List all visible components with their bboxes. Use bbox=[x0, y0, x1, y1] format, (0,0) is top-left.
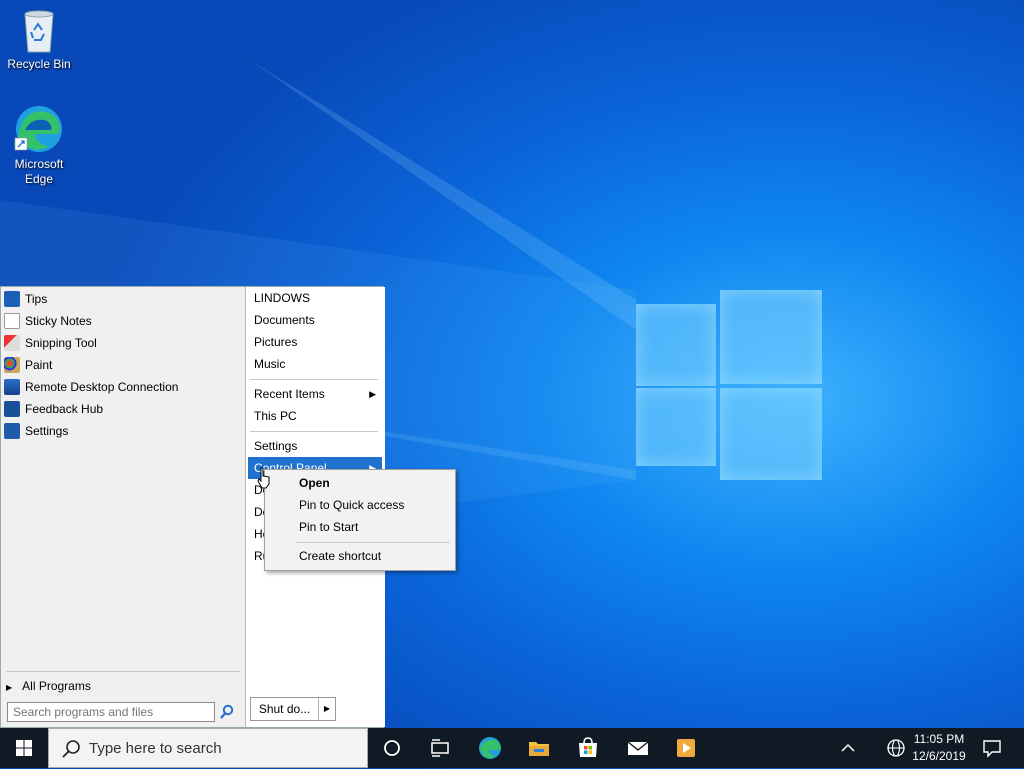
recycle-bin-icon bbox=[24, 10, 54, 53]
task-view-icon[interactable] bbox=[428, 736, 452, 760]
start-button[interactable] bbox=[0, 728, 48, 768]
context-create-shortcut[interactable]: Create shortcut bbox=[266, 545, 454, 567]
taskbar: Type here to search 11:05 PM 12/6/2019 bbox=[0, 728, 1024, 768]
clock-date: 12/6/2019 bbox=[912, 749, 966, 763]
program-remote-desktop[interactable]: Remote Desktop Connection bbox=[4, 375, 178, 397]
start-search-input[interactable] bbox=[7, 702, 215, 722]
start-menu-programs: Tips Sticky Notes Snipping Tool Paint Re… bbox=[1, 287, 244, 727]
windows-logo-wallpaper bbox=[636, 290, 822, 480]
context-open[interactable]: Open bbox=[266, 472, 454, 494]
program-snipping-tool[interactable]: Snipping Tool bbox=[4, 331, 97, 353]
context-pin-to-start[interactable]: Pin to Start bbox=[266, 516, 454, 538]
recycle-bin-label: Recycle Bin bbox=[7, 57, 71, 71]
microsoft-edge-desktop-icon[interactable]: Microsoft Edge bbox=[2, 104, 76, 187]
link-user-folder[interactable]: LINDOWS bbox=[248, 287, 382, 309]
link-settings[interactable]: Settings bbox=[248, 435, 382, 457]
gear-icon bbox=[4, 422, 20, 439]
edge-label: Microsoft Edge bbox=[14, 157, 64, 186]
triangle-right-icon: ▶ bbox=[6, 683, 13, 692]
mail-icon[interactable] bbox=[626, 736, 650, 760]
shutdown-options-arrow-icon[interactable]: ▶ bbox=[319, 698, 335, 720]
all-programs-button[interactable]: ▶ All Programs bbox=[6, 676, 91, 696]
context-menu: Open Pin to Quick access Pin to Start Cr… bbox=[264, 469, 456, 571]
program-paint[interactable]: Paint bbox=[4, 353, 52, 375]
link-this-pc[interactable]: This PC bbox=[248, 405, 382, 427]
context-pin-quick-access[interactable]: Pin to Quick access bbox=[266, 494, 454, 516]
feedback-hub-icon bbox=[4, 400, 20, 417]
program-settings[interactable]: Settings bbox=[4, 419, 68, 441]
link-recent-items[interactable]: Recent Items ▶ bbox=[248, 383, 382, 405]
mouse-cursor-icon bbox=[257, 467, 270, 489]
link-music[interactable]: Music bbox=[248, 353, 382, 375]
shutdown-button[interactable]: Shut do... bbox=[251, 698, 319, 720]
microsoft-store-icon[interactable] bbox=[576, 736, 600, 760]
media-player-icon[interactable] bbox=[674, 736, 698, 760]
file-explorer-icon[interactable] bbox=[527, 736, 551, 760]
taskbar-search-placeholder: Type here to search bbox=[89, 740, 222, 757]
chevron-up-icon[interactable] bbox=[836, 736, 860, 760]
divider bbox=[250, 431, 378, 432]
program-sticky-notes[interactable]: Sticky Notes bbox=[4, 309, 92, 331]
paint-icon bbox=[4, 356, 20, 373]
search-icon[interactable] bbox=[219, 704, 235, 720]
submenu-arrow-icon: ▶ bbox=[369, 389, 376, 399]
remote-desktop-icon bbox=[4, 378, 20, 395]
program-feedback-hub[interactable]: Feedback Hub bbox=[4, 397, 103, 419]
divider bbox=[295, 542, 450, 543]
divider bbox=[250, 379, 378, 380]
tips-icon bbox=[4, 290, 20, 307]
edge-icon bbox=[14, 106, 62, 152]
search-icon bbox=[62, 740, 80, 758]
shutdown-button-group: Shut do... ▶ bbox=[250, 697, 336, 721]
sticky-notes-icon bbox=[4, 312, 20, 329]
divider bbox=[6, 671, 240, 672]
link-documents[interactable]: Documents bbox=[248, 309, 382, 331]
link-pictures[interactable]: Pictures bbox=[248, 331, 382, 353]
cortana-icon[interactable] bbox=[380, 736, 404, 760]
system-clock[interactable]: 11:05 PM 12/6/2019 bbox=[904, 731, 974, 765]
taskbar-search-box[interactable]: Type here to search bbox=[48, 728, 368, 768]
windows-start-icon bbox=[16, 740, 32, 756]
notifications-icon[interactable] bbox=[980, 736, 1004, 760]
program-tips[interactable]: Tips bbox=[4, 287, 47, 309]
clock-time: 11:05 PM bbox=[913, 732, 965, 746]
snipping-tool-icon bbox=[4, 334, 20, 351]
recycle-bin-desktop-icon[interactable]: Recycle Bin bbox=[2, 8, 76, 72]
edge-icon[interactable] bbox=[478, 736, 502, 760]
